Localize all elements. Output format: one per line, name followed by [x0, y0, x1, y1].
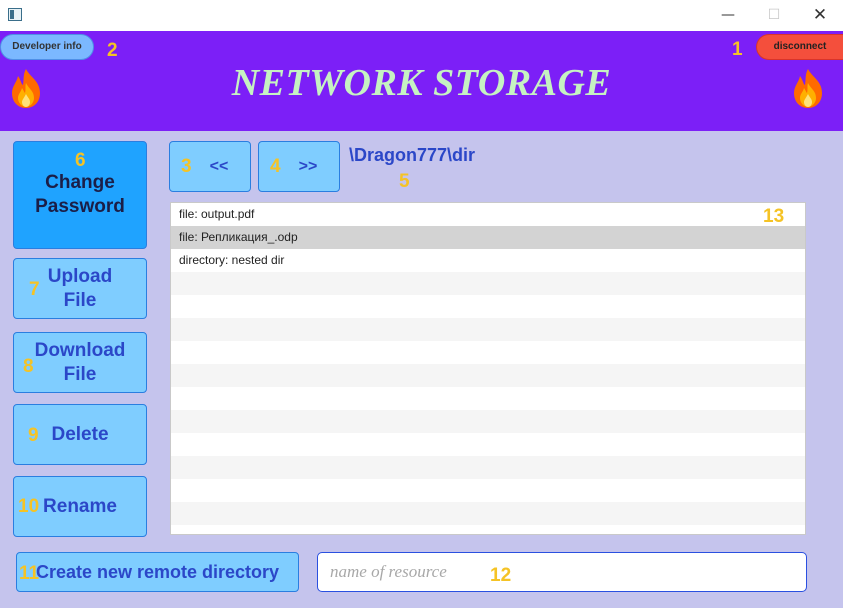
- list-item[interactable]: directory: nested dir: [171, 249, 805, 272]
- list-item[interactable]: file: Репликация_.odp: [171, 226, 805, 249]
- annotation-badge: 3: [181, 156, 192, 177]
- annotation-badge: 1: [732, 39, 743, 60]
- disconnect-button[interactable]: disconnect: [756, 34, 843, 60]
- download-label-line1: Download: [34, 339, 126, 361]
- empty-list-row: [171, 456, 805, 479]
- page-title: NETWORK STORAGE: [231, 62, 612, 104]
- annotation-badge: 4: [270, 156, 281, 177]
- annotation-badge: 5: [399, 171, 410, 192]
- app-header: Developer info 2 disconnect 1 NETWORK ST…: [0, 31, 843, 131]
- flame-icon: [12, 69, 40, 108]
- create-remote-directory-button[interactable]: Create new remote directory: [16, 552, 299, 592]
- upload-label-line1: Upload: [47, 265, 113, 287]
- developer-info-button[interactable]: Developer info: [0, 34, 94, 60]
- empty-list-row: [171, 364, 805, 387]
- delete-label: Delete: [51, 423, 109, 445]
- rename-label: Rename: [43, 495, 117, 517]
- annotation-badge: 10: [18, 496, 40, 517]
- close-button[interactable]: ✕: [797, 0, 843, 31]
- maximize-button[interactable]: ☐: [751, 0, 797, 31]
- empty-list-row: [171, 318, 805, 341]
- annotation-badge: 9: [28, 425, 39, 446]
- annotation-badge: 13: [763, 206, 785, 227]
- change-password-label-line2: Password: [35, 196, 125, 217]
- empty-list-row: [171, 433, 805, 456]
- empty-list-row: [171, 502, 805, 525]
- download-label-line2: File: [63, 363, 97, 385]
- flame-icon: [794, 69, 822, 108]
- empty-list-row: [171, 410, 805, 433]
- current-path: \Dragon777\dir: [349, 145, 476, 165]
- window-titlebar: — ☐ ✕: [0, 0, 843, 31]
- empty-list-row: [171, 479, 805, 502]
- annotation-badge: 7: [29, 279, 40, 300]
- list-item[interactable]: file: output.pdf: [171, 203, 805, 226]
- annotation-badge: 8: [23, 356, 34, 377]
- empty-list-row: [171, 387, 805, 410]
- annotation-badge: 12: [490, 565, 512, 586]
- change-password-label-line1: Change: [45, 172, 115, 193]
- forward-label: >>: [298, 157, 318, 175]
- annotation-badge: 6: [75, 150, 86, 171]
- upload-label-line2: File: [63, 289, 97, 311]
- empty-list-row: [171, 341, 805, 364]
- minimize-button[interactable]: —: [705, 0, 751, 31]
- annotation-badge: 11: [19, 563, 40, 584]
- empty-list-row: [171, 525, 805, 534]
- file-list[interactable]: file: output.pdf file: Репликация_.odp d…: [170, 202, 806, 535]
- empty-list-row: [171, 272, 805, 295]
- empty-list-row: [171, 295, 805, 318]
- back-label: <<: [209, 157, 229, 175]
- annotation-badge: 2: [107, 40, 118, 61]
- resource-name-input[interactable]: [317, 552, 807, 592]
- app-icon: [8, 8, 22, 21]
